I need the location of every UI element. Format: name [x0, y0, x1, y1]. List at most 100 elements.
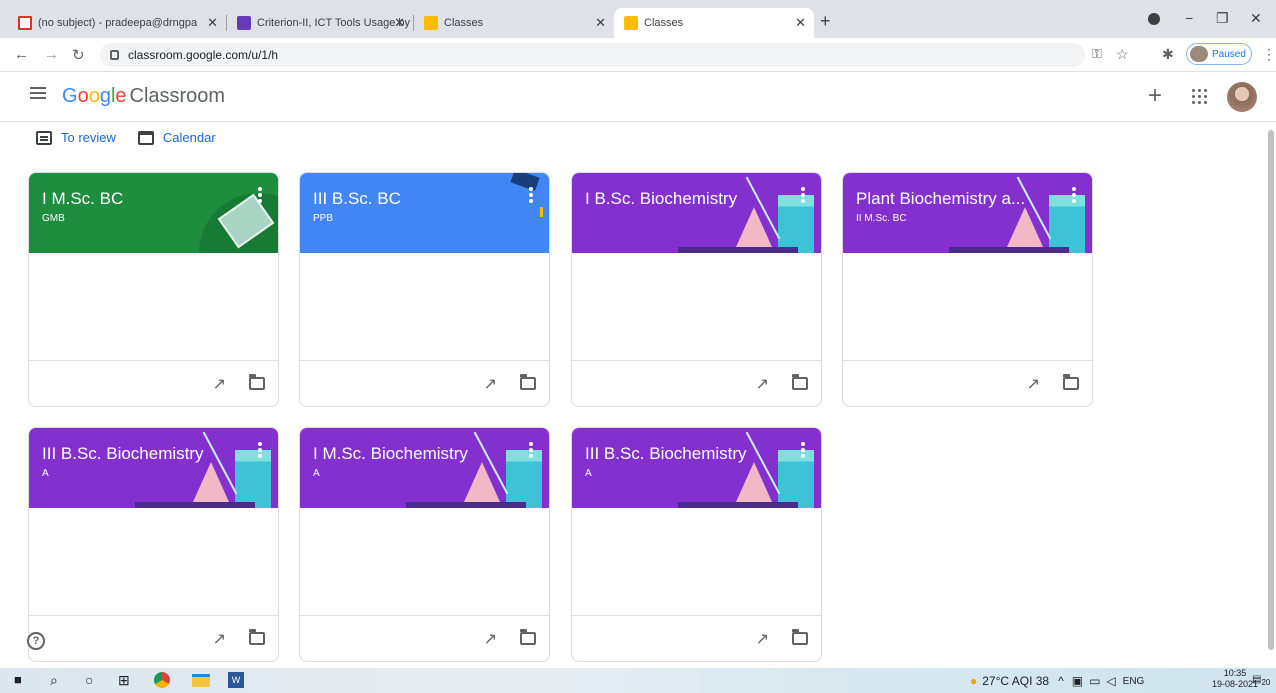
account-avatar[interactable] — [1227, 82, 1257, 112]
new-tab-button[interactable]: + — [820, 11, 831, 32]
class-card-header[interactable]: III B.Sc. Biochemistry A — [572, 428, 821, 508]
beaker-illustration — [506, 450, 542, 508]
close-window-button[interactable]: ✕ — [1250, 10, 1262, 27]
subnav: To review Calendar — [36, 130, 216, 145]
class-card[interactable]: I M.Sc. BC GMB ↗ — [28, 172, 279, 407]
task-view-icon[interactable]: ⊞ — [118, 672, 130, 689]
more-options-icon[interactable] — [801, 187, 805, 203]
class-title[interactable]: III B.Sc. Biochemistry — [585, 444, 747, 464]
page-scrollbar[interactable] — [1268, 130, 1274, 650]
class-section: A — [313, 468, 320, 479]
apps-grid-icon[interactable] — [1192, 89, 1208, 105]
trending-icon[interactable]: ↗ — [756, 374, 769, 394]
more-options-icon[interactable] — [258, 187, 262, 203]
class-title[interactable]: Plant Biochemistry a... — [856, 189, 1025, 209]
tab-classes-1[interactable]: Classes ✕ — [414, 8, 614, 38]
back-icon[interactable]: ← — [14, 46, 29, 63]
weather-text[interactable]: 27°C AQI 38 — [982, 674, 1049, 688]
folder-icon[interactable] — [792, 374, 808, 390]
word-icon[interactable]: W — [228, 672, 244, 688]
folder-icon[interactable] — [249, 374, 265, 390]
class-title[interactable]: I M.Sc. BC — [42, 189, 123, 209]
class-card-header[interactable]: III B.Sc. BC PPB — [300, 173, 549, 253]
windows-start-icon[interactable]: ■ — [14, 672, 22, 687]
class-card[interactable]: Plant Biochemistry a... II M.Sc. BC ↗ — [842, 172, 1093, 407]
tab-gmail[interactable]: (no subject) - pradeepa@drngpa ✕ — [8, 8, 226, 38]
cortana-icon[interactable]: ○ — [85, 672, 93, 688]
tassel-illustration — [540, 207, 543, 217]
class-card-header[interactable]: I M.Sc. Biochemistry A — [300, 428, 549, 508]
trending-icon[interactable]: ↗ — [756, 629, 769, 649]
forward-icon[interactable]: → — [44, 46, 59, 63]
class-card[interactable]: III B.Sc. Biochemistry A ↗ — [28, 427, 279, 662]
folder-icon[interactable] — [249, 629, 265, 645]
class-card[interactable]: I B.Sc. Biochemistry ↗ — [571, 172, 822, 407]
class-card-header[interactable]: I B.Sc. Biochemistry — [572, 173, 821, 253]
close-icon[interactable]: ✕ — [207, 15, 218, 31]
class-title[interactable]: III B.Sc. Biochemistry — [42, 444, 204, 464]
tab-classes-active[interactable]: Classes ✕ — [614, 8, 814, 38]
extensions-icon[interactable]: ✱ — [1162, 46, 1174, 63]
class-card-header[interactable]: III B.Sc. Biochemistry A — [29, 428, 278, 508]
close-icon[interactable]: ✕ — [394, 15, 405, 31]
restore-button[interactable]: ❐ — [1216, 10, 1229, 27]
folder-icon[interactable] — [1063, 374, 1079, 390]
trending-icon[interactable]: ↗ — [213, 374, 226, 394]
add-class-button[interactable]: + — [1148, 82, 1162, 110]
close-icon[interactable]: ✕ — [795, 15, 806, 31]
more-options-icon[interactable] — [529, 187, 533, 203]
folder-icon[interactable] — [520, 629, 536, 645]
class-card[interactable]: III B.Sc. Biochemistry A ↗ — [571, 427, 822, 662]
chevron-up-icon[interactable]: ^ — [1058, 674, 1064, 688]
trending-icon[interactable]: ↗ — [484, 374, 497, 394]
class-section: A — [42, 468, 49, 479]
calendar-link[interactable]: Calendar — [163, 130, 216, 145]
folder-icon[interactable] — [792, 629, 808, 645]
more-options-icon[interactable] — [258, 442, 262, 458]
close-icon[interactable]: ✕ — [595, 15, 606, 31]
class-section: A — [585, 468, 592, 479]
battery-icon[interactable]: ▭ — [1089, 674, 1100, 688]
address-bar[interactable]: classroom.google.com/u/1/h — [100, 43, 1085, 67]
system-tray: ● 27°C AQI 38 ^ ▣ ▭ ◁ ENG — [970, 674, 1144, 688]
tab-label: Classes — [644, 17, 684, 29]
beaker-illustration — [235, 450, 271, 508]
reload-icon[interactable]: ↻ — [72, 46, 85, 64]
speaker-icon[interactable]: ◁ — [1106, 674, 1115, 688]
trending-icon[interactable]: ↗ — [484, 629, 497, 649]
trending-icon[interactable]: ↗ — [1027, 374, 1040, 394]
folder-icon[interactable] — [520, 374, 536, 390]
weather-icon: ● — [970, 674, 978, 688]
beaker-illustration — [1049, 195, 1085, 253]
class-card[interactable]: III B.Sc. BC PPB ↗ — [299, 172, 550, 407]
class-card-header[interactable]: Plant Biochemistry a... II M.Sc. BC — [843, 173, 1092, 253]
menu-kebab-icon[interactable]: ⋮ — [1262, 46, 1276, 63]
classroom-logo[interactable]: Google Classroom — [62, 85, 225, 108]
browser-tab-strip: (no subject) - pradeepa@drngpa ✕ Criteri… — [0, 0, 1276, 38]
class-card-header[interactable]: I M.Sc. BC GMB — [29, 173, 278, 253]
minimize-button[interactable]: − — [1185, 10, 1193, 26]
profile-icon[interactable] — [1148, 13, 1160, 25]
language-label[interactable]: ENG — [1123, 676, 1145, 687]
profile-paused-button[interactable]: Paused — [1186, 43, 1252, 65]
class-title[interactable]: I B.Sc. Biochemistry — [585, 189, 737, 209]
class-title[interactable]: I M.Sc. Biochemistry — [313, 444, 468, 464]
main-menu-icon[interactable] — [30, 87, 46, 99]
key-icon[interactable]: ⚿ — [1092, 46, 1102, 62]
star-icon[interactable]: ☆ — [1116, 46, 1129, 63]
notifications-icon[interactable]: ▤20 — [1252, 674, 1270, 687]
help-icon[interactable]: ? — [27, 632, 45, 650]
network-icon[interactable]: ▣ — [1072, 674, 1083, 688]
file-explorer-icon[interactable] — [192, 674, 210, 687]
class-title[interactable]: III B.Sc. BC — [313, 189, 401, 209]
more-options-icon[interactable] — [801, 442, 805, 458]
beaker-illustration — [778, 195, 814, 253]
more-options-icon[interactable] — [1072, 187, 1076, 203]
more-options-icon[interactable] — [529, 442, 533, 458]
search-icon[interactable]: ⌕ — [50, 672, 58, 689]
class-card[interactable]: I M.Sc. Biochemistry A ↗ — [299, 427, 550, 662]
tab-forms[interactable]: Criterion-II, ICT Tools Usage by Te ✕ — [227, 8, 413, 38]
to-review-link[interactable]: To review — [61, 130, 116, 145]
chrome-icon[interactable] — [154, 672, 170, 688]
trending-icon[interactable]: ↗ — [213, 629, 226, 649]
